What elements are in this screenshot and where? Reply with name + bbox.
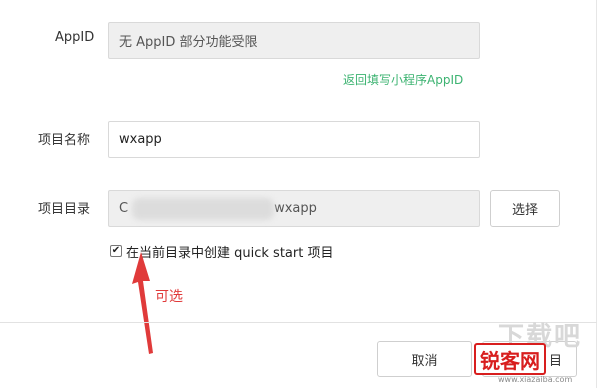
back-to-appid-link[interactable]: 返回填写小程序AppID [343, 71, 463, 88]
select-directory-button[interactable]: 选择 [490, 190, 560, 227]
cancel-button[interactable]: 取消 [377, 341, 472, 377]
appid-field: 无 AppID 部分功能受限 [108, 22, 480, 59]
appid-label: AppID [55, 30, 95, 45]
checkmark-icon: ✔ [111, 245, 121, 256]
project-dir-label: 项目目录 [38, 202, 91, 217]
appid-value: 无 AppID 部分功能受限 [119, 35, 258, 50]
quickstart-checkbox[interactable]: ✔ [110, 245, 122, 257]
project-name-input[interactable]: wxapp [108, 121, 480, 158]
project-dir-value-prefix: C [119, 201, 129, 216]
project-dir-value-suffix: wxapp [274, 201, 317, 216]
annotation-arrow-icon [132, 252, 153, 354]
watermark-url: www.xiazaiba.com [498, 375, 573, 384]
watermark-logo-text: 锐客网 [474, 343, 546, 375]
project-name-value: wxapp [119, 132, 162, 147]
redacted-path-blur [132, 198, 274, 220]
project-name-label: 项目名称 [38, 133, 91, 148]
optional-hint: 可选 [155, 289, 183, 305]
